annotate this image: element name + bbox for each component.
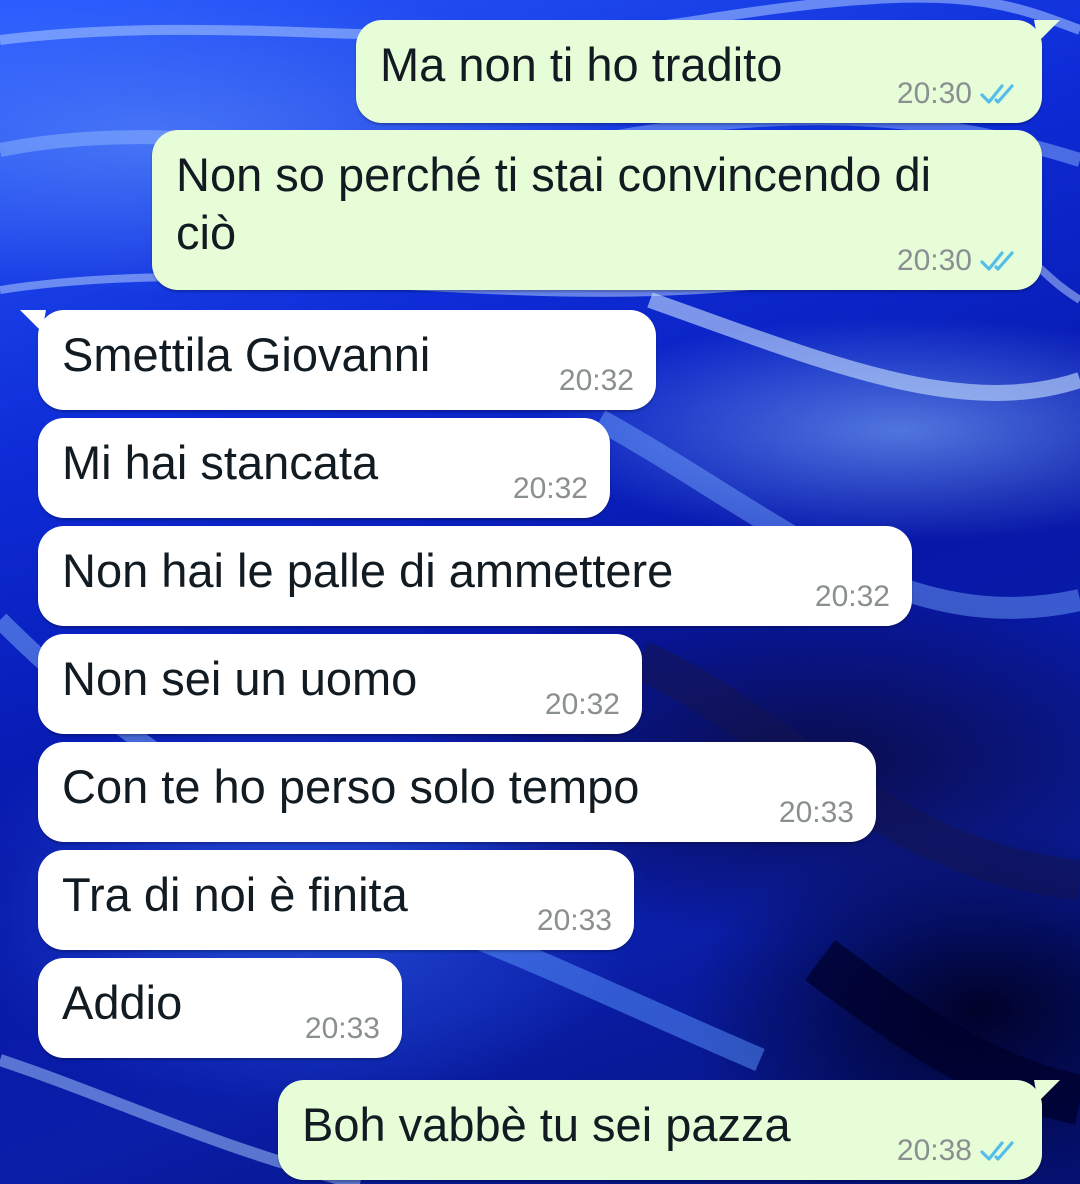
bubble-tail [1034,1080,1060,1102]
message-meta: 20:30 [897,246,1020,276]
message-meta: 20:32 [513,474,588,504]
double-check-icon [980,1139,1020,1163]
incoming-message[interactable]: Con te ho perso solo tempo 20:33 [38,742,876,842]
outgoing-message[interactable]: Non so perché ti stai convincendo di ciò… [152,130,1042,290]
message-time: 20:32 [512,472,588,505]
message-meta: 20:32 [545,690,620,720]
message-text: Boh vabbè tu sei pazza [302,1098,791,1151]
message-text: Tra di noi è finita [62,868,408,921]
message-time: 20:30 [896,244,972,277]
message-time: 20:32 [558,364,634,397]
message-list[interactable]: Ma non ti ho tradito 20:30 Non so perché… [0,0,1080,1184]
outgoing-message[interactable]: Ma non ti ho tradito 20:30 [356,20,1060,123]
message-time: 20:38 [896,1134,972,1167]
double-check-icon [980,249,1020,273]
message-meta: 20:30 [897,79,1020,109]
message-meta: 20:33 [305,1014,380,1044]
incoming-message[interactable]: Addio 20:33 [38,958,402,1058]
message-text: Mi hai stancata [62,436,379,489]
incoming-message[interactable]: Mi hai stancata 20:32 [38,418,610,518]
message-time: 20:30 [896,77,972,110]
message-text: Smettila Giovanni [62,328,431,381]
message-meta: 20:38 [897,1136,1020,1166]
incoming-message[interactable]: Smettila Giovanni 20:32 [20,310,656,410]
bubble-tail [20,310,46,332]
message-time: 20:33 [304,1012,380,1045]
message-meta: 20:33 [537,906,612,936]
message-text: Non sei un uomo [62,652,418,705]
incoming-message[interactable]: Non hai le palle di ammettere 20:32 [38,526,912,626]
bubble-tail [1034,20,1060,42]
message-text: Non so perché ti stai convincendo di ciò [176,148,932,259]
message-text: Ma non ti ho tradito [380,38,783,91]
message-time: 20:33 [778,796,854,829]
incoming-message[interactable]: Tra di noi è finita 20:33 [38,850,634,950]
message-meta: 20:32 [815,582,890,612]
message-time: 20:32 [544,688,620,721]
message-time: 20:33 [536,904,612,937]
double-check-icon [980,82,1020,106]
outgoing-message[interactable]: Boh vabbè tu sei pazza 20:38 [278,1080,1060,1180]
message-text: Addio [62,976,183,1029]
message-text: Non hai le palle di ammettere [62,544,674,597]
incoming-message[interactable]: Non sei un uomo 20:32 [38,634,642,734]
message-time: 20:32 [814,580,890,613]
message-text: Con te ho perso solo tempo [62,760,640,813]
message-meta: 20:33 [779,798,854,828]
message-meta: 20:32 [559,366,634,396]
